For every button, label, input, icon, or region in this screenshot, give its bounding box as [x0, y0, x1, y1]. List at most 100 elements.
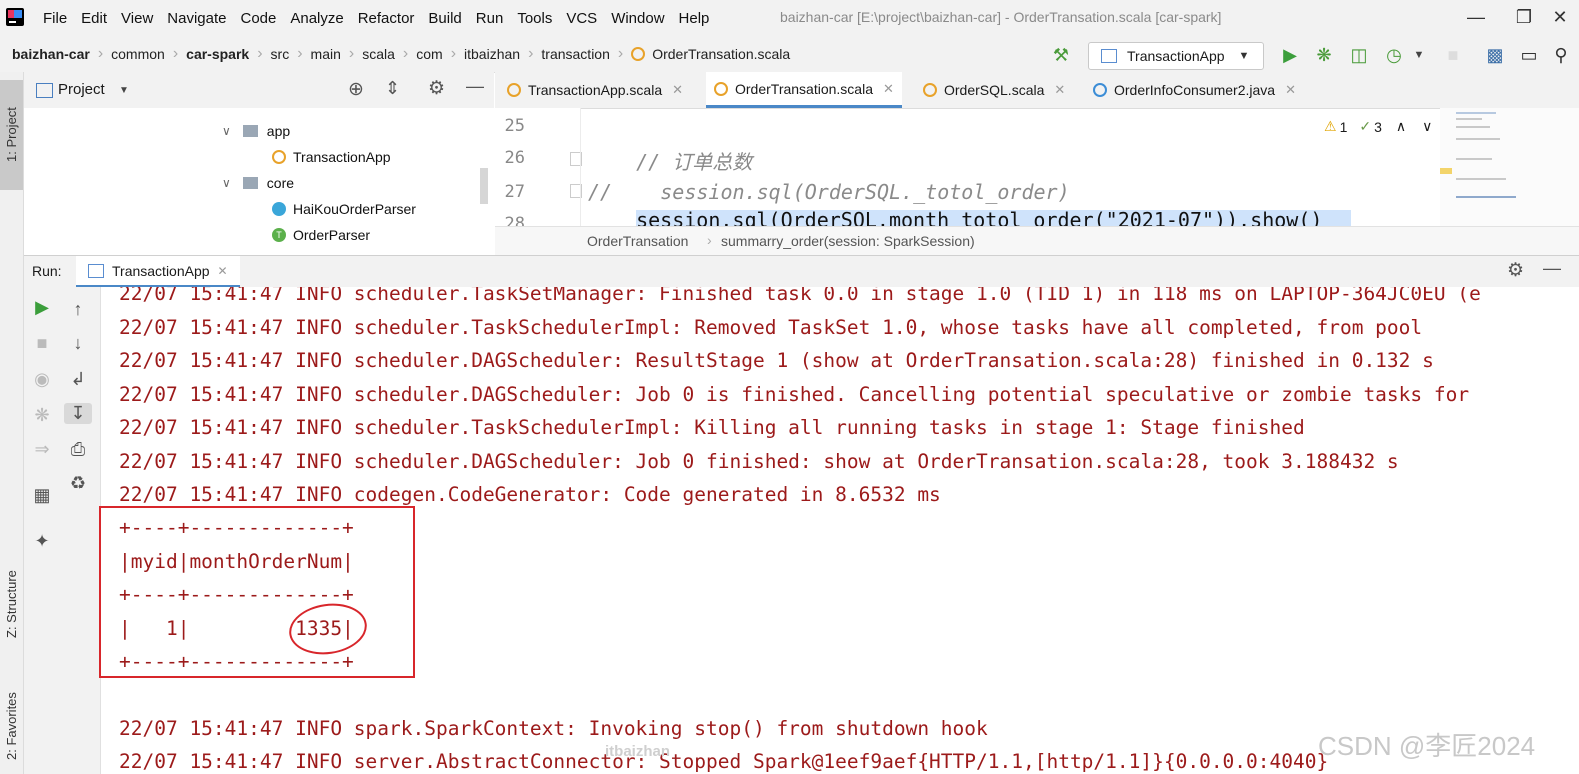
- close-icon[interactable]: ✕: [218, 264, 228, 278]
- run-icon[interactable]: ▶: [1277, 42, 1303, 68]
- code-editor[interactable]: // 订单总数 // session.sql(OrderSQL._totol_o…: [580, 108, 1430, 226]
- menu-run[interactable]: Run: [469, 10, 511, 27]
- build-hammer-icon[interactable]: ⚒: [1048, 42, 1074, 68]
- menu-build[interactable]: Build: [421, 10, 468, 27]
- collapse-all-icon[interactable]: ⇕: [385, 78, 400, 99]
- locate-file-icon[interactable]: ⊕: [348, 78, 364, 101]
- close-icon[interactable]: ✕: [1285, 82, 1296, 98]
- breadcrumb-item[interactable]: car-spark: [186, 46, 249, 62]
- coverage-icon[interactable]: ◫: [1346, 42, 1372, 68]
- debug-icon: ❋: [34, 405, 50, 425]
- previous-highlight-icon[interactable]: ∧: [1396, 118, 1406, 135]
- project-tree: ∨ app TransactionApp ∨ core HaiKouOrderP…: [24, 108, 494, 254]
- tree-item-haikouorderparser[interactable]: HaiKouOrderParser: [272, 196, 416, 222]
- menu-help[interactable]: Help: [672, 10, 717, 27]
- close-icon[interactable]: ✕: [672, 82, 683, 98]
- search-everywhere-icon[interactable]: ⚲: [1548, 42, 1574, 68]
- dump-threads-icon: ◉: [34, 369, 50, 389]
- video-watermark: itbaizhan: [605, 743, 671, 760]
- rerun-icon[interactable]: ▶: [24, 297, 60, 318]
- code-minimap[interactable]: [1440, 108, 1579, 226]
- breadcrumb-item[interactable]: src: [271, 46, 290, 62]
- log-line: 22/07 15:41:47 INFO spark.SparkContext: …: [119, 717, 988, 740]
- menu-window[interactable]: Window: [604, 10, 671, 27]
- gear-icon[interactable]: ⚙: [1507, 259, 1524, 282]
- scala-object-icon: [272, 150, 286, 164]
- next-highlight-icon[interactable]: ∨: [1422, 118, 1432, 135]
- scala-object-icon: [507, 83, 521, 97]
- profile-icon[interactable]: ◷: [1381, 42, 1407, 68]
- warning-icon: ⚠: [1324, 118, 1337, 134]
- project-view-icon: [36, 83, 53, 98]
- gear-icon[interactable]: ⚙: [428, 77, 445, 100]
- menu-navigate[interactable]: Navigate: [160, 10, 233, 27]
- trash-icon[interactable]: ♻: [60, 473, 96, 494]
- chevron-down-icon: ∨: [222, 124, 231, 138]
- debug-icon[interactable]: ❋: [1311, 42, 1337, 68]
- tree-item-orderparser[interactable]: T OrderParser: [272, 222, 370, 248]
- menu-vcs[interactable]: VCS: [559, 10, 604, 27]
- scroll-to-end-icon[interactable]: ↧: [64, 403, 92, 424]
- tab-favorites[interactable]: 2: Favorites: [0, 678, 23, 774]
- print-icon[interactable]: ⎙: [60, 439, 96, 460]
- soft-wrap-icon[interactable]: ↲: [60, 369, 96, 390]
- menu-edit[interactable]: Edit: [74, 10, 114, 27]
- breadcrumb-item[interactable]: baizhan-car: [12, 46, 90, 62]
- project-structure-icon[interactable]: ▩: [1482, 42, 1508, 68]
- pin-icon[interactable]: ✦: [24, 531, 60, 552]
- tab-ordertransation-scala[interactable]: OrderTransation.scala ✕: [706, 72, 902, 108]
- editor-tab-bar: TransactionApp.scala ✕ OrderTransation.s…: [495, 72, 1579, 109]
- breadcrumb-item[interactable]: OrderTransation.scala: [652, 46, 790, 62]
- menu-view[interactable]: View: [114, 10, 160, 27]
- project-panel-title[interactable]: Project: [58, 81, 105, 98]
- scala-object-icon: [714, 81, 728, 96]
- scala-object-icon: [923, 83, 937, 97]
- maximize-icon[interactable]: ❐: [1504, 4, 1544, 30]
- inspection-widget[interactable]: ⚠ 1 ✓ 3 ∧ ∨: [1324, 118, 1432, 135]
- breadcrumb-item[interactable]: itbaizhan: [464, 46, 520, 62]
- chevron-down-icon: ∨: [222, 176, 231, 190]
- tab-orderinfoconsumer2-java[interactable]: OrderInfoConsumer2.java ✕: [1085, 72, 1304, 108]
- menu-refactor[interactable]: Refactor: [351, 10, 422, 27]
- breadcrumb-item[interactable]: main: [311, 46, 341, 62]
- more-run-options-icon[interactable]: ▼: [1406, 42, 1432, 68]
- run-configuration-select[interactable]: TransactionApp ▼: [1088, 42, 1264, 70]
- menu-code[interactable]: Code: [233, 10, 283, 27]
- breadcrumb-item[interactable]: scala: [362, 46, 395, 62]
- tree-item-transactionapp[interactable]: TransactionApp: [272, 144, 391, 170]
- navigation-bar: baizhan-car › common › car-spark › src › mai…: [0, 36, 1579, 73]
- arrow-down-icon[interactable]: ↓: [60, 333, 96, 354]
- hide-panel-icon[interactable]: —: [466, 76, 484, 97]
- tab-transactionapp-scala[interactable]: TransactionApp.scala ✕: [499, 72, 691, 108]
- terminal-icon[interactable]: ▭: [1516, 42, 1542, 68]
- close-icon[interactable]: ✕: [1054, 82, 1065, 98]
- log-line: 22/07 15:41:47 INFO scheduler.DAGSchedul…: [119, 450, 1399, 473]
- breadcrumb-item[interactable]: transaction: [541, 46, 609, 62]
- chevron-down-icon[interactable]: ▼: [119, 85, 129, 96]
- tree-folder-app[interactable]: ∨ app: [222, 118, 290, 144]
- scrollbar[interactable]: [480, 168, 488, 204]
- folder-icon: [242, 125, 258, 137]
- line-number: 27: [504, 182, 525, 202]
- menu-file[interactable]: File: [36, 10, 74, 27]
- breadcrumb-item[interactable]: summarry_order(session: SparkSession): [721, 233, 975, 249]
- run-tab-transactionapp[interactable]: TransactionApp ✕: [76, 256, 240, 287]
- close-window-icon[interactable]: ✕: [1540, 4, 1579, 30]
- log-line: 22/07 15:41:47 INFO server.AbstractConne…: [119, 750, 1329, 773]
- layout-icon[interactable]: ▦: [24, 485, 60, 506]
- menu-tools[interactable]: Tools: [510, 10, 559, 27]
- tab-project[interactable]: 1: Project: [0, 80, 23, 190]
- scala-trait-icon: T: [272, 228, 286, 242]
- minimize-icon[interactable]: —: [1456, 4, 1496, 30]
- menu-analyze[interactable]: Analyze: [283, 10, 350, 27]
- arrow-up-icon[interactable]: ↑: [60, 299, 96, 320]
- tree-folder-core[interactable]: ∨ core: [222, 170, 294, 196]
- breadcrumb-item[interactable]: common: [111, 46, 165, 62]
- breadcrumb-separator: ›: [297, 45, 303, 62]
- tab-structure[interactable]: Z: Structure: [0, 544, 23, 664]
- breadcrumb-item[interactable]: com: [416, 46, 442, 62]
- breadcrumb-item[interactable]: OrderTransation: [587, 233, 688, 249]
- hide-panel-icon[interactable]: —: [1543, 258, 1561, 279]
- tab-ordersql-scala[interactable]: OrderSQL.scala ✕: [915, 72, 1073, 108]
- close-icon[interactable]: ✕: [883, 81, 894, 97]
